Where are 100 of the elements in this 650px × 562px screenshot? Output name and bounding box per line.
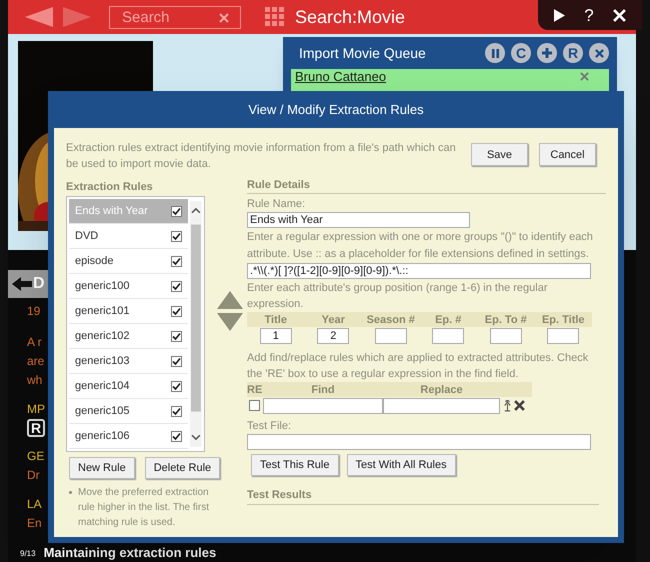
rule-name: DVD bbox=[75, 229, 98, 244]
forward-arrow-icon bbox=[63, 7, 91, 27]
queue-button[interactable]: C bbox=[511, 43, 531, 63]
field-label: Test File: bbox=[247, 419, 292, 434]
page-counter: 9/13 bbox=[20, 548, 36, 560]
checkbox[interactable] bbox=[171, 406, 182, 416]
detail-text: are bbox=[27, 353, 44, 370]
input-field[interactable] bbox=[247, 434, 591, 450]
input-field[interactable] bbox=[432, 328, 464, 344]
rule-name: generic105 bbox=[75, 404, 130, 419]
pause-button[interactable] bbox=[485, 43, 505, 63]
column-header: Ep. # bbox=[435, 312, 462, 328]
rule-name: generic102 bbox=[75, 329, 130, 344]
rule-name: Ends with Year bbox=[75, 204, 148, 219]
section-heading: Rule Details bbox=[247, 178, 606, 194]
column-header: Replace bbox=[419, 382, 464, 398]
input-field[interactable] bbox=[263, 398, 383, 414]
queue-button[interactable]: R bbox=[563, 43, 583, 63]
detail-text: A r bbox=[27, 334, 42, 351]
move-down-button[interactable] bbox=[216, 313, 242, 331]
description: Extraction rules extract identifying movie information from a file's path which can be used to import movie data. bbox=[66, 141, 457, 172]
list-button[interactable]: Delete Rule bbox=[144, 457, 220, 479]
section-heading: Extraction Rules bbox=[66, 180, 154, 195]
rule-name: generic100 bbox=[75, 279, 130, 294]
input-field[interactable] bbox=[547, 328, 580, 344]
rule-name: generic103 bbox=[75, 354, 130, 369]
checkbox[interactable] bbox=[171, 356, 182, 366]
rating-badge: R bbox=[27, 419, 46, 437]
play-icon bbox=[554, 8, 565, 22]
checkbox[interactable] bbox=[171, 280, 182, 292]
tab-label: D bbox=[33, 274, 45, 294]
input-field[interactable]: Ends with Year bbox=[247, 212, 470, 228]
play-button[interactable] bbox=[554, 8, 565, 22]
help-text: Enter a regular expression with one or more groups "()" to identify each attribute. Use :: as a placeholder for file extensions defined in settings. bbox=[247, 230, 594, 262]
column-header: Find bbox=[310, 382, 336, 398]
dialog-button[interactable]: Cancel bbox=[539, 143, 596, 166]
rule-name: generic104 bbox=[75, 379, 130, 394]
move-up-button[interactable] bbox=[216, 291, 242, 309]
section-heading: Test Results bbox=[247, 488, 599, 505]
detail-text: En bbox=[27, 515, 42, 532]
detail-heading: GE bbox=[27, 448, 44, 465]
checkbox[interactable] bbox=[249, 400, 260, 411]
column-header: Ep. Title bbox=[542, 312, 585, 328]
page-title: Search:Movie bbox=[295, 6, 406, 28]
checkbox[interactable] bbox=[171, 206, 182, 216]
detail-text: 19 bbox=[27, 303, 40, 320]
field-label: Rule Name: bbox=[247, 197, 306, 212]
help-button[interactable]: ? bbox=[584, 6, 594, 24]
grid-icon bbox=[265, 7, 285, 27]
column-header: Title bbox=[264, 312, 287, 328]
checkbox[interactable] bbox=[171, 306, 182, 316]
remove-button[interactable] bbox=[589, 43, 609, 63]
test-button[interactable]: Test This Rule bbox=[251, 454, 338, 476]
checkbox[interactable] bbox=[171, 380, 182, 392]
test-button[interactable]: Test With All Rules bbox=[346, 454, 456, 476]
column-header: Year bbox=[322, 312, 345, 328]
remove-icon bbox=[580, 72, 589, 81]
detail-heading: LA bbox=[27, 496, 42, 513]
rule-name: generic101 bbox=[75, 304, 130, 319]
checkbox[interactable] bbox=[171, 330, 182, 342]
column-header: RE bbox=[247, 382, 263, 398]
close-icon bbox=[514, 400, 525, 411]
delete-button[interactable] bbox=[514, 400, 525, 411]
caption: Maintaining extraction rules bbox=[42, 545, 216, 560]
triangle-up-icon bbox=[216, 291, 242, 309]
input-field[interactable]: 1 bbox=[260, 328, 292, 344]
rule-name: episode bbox=[75, 254, 114, 269]
help-text: Enter each attribute's group position (range 1-6) in the regular expression. bbox=[247, 281, 548, 312]
input-field[interactable] bbox=[383, 398, 500, 414]
add-button[interactable] bbox=[537, 43, 557, 63]
panel-title: Import Movie Queue bbox=[299, 44, 426, 63]
close-button[interactable] bbox=[613, 8, 626, 22]
queue-item[interactable]: Bruno Cattaneo bbox=[295, 70, 386, 83]
checkbox[interactable] bbox=[171, 230, 182, 242]
bullet-icon bbox=[69, 491, 72, 494]
column-header: Ep. To # bbox=[484, 312, 527, 328]
dialog-title: View / Modify Extraction Rules bbox=[248, 100, 424, 119]
triangle-down-icon bbox=[216, 313, 242, 331]
close-icon bbox=[613, 8, 626, 22]
clear-icon bbox=[219, 12, 229, 22]
input-field[interactable] bbox=[374, 328, 407, 344]
help-text: Add find/replace rules which are applied to extracted attributes. Check the 'RE' box to use a regular expression in the find field. bbox=[247, 351, 590, 382]
column-header: Season # bbox=[366, 312, 415, 328]
dialog-button[interactable]: Save bbox=[471, 143, 528, 166]
detail-text: wh bbox=[27, 372, 42, 389]
arrow-left-icon bbox=[12, 277, 32, 291]
checkbox[interactable] bbox=[171, 430, 182, 442]
input-field[interactable]: 2 bbox=[317, 328, 350, 344]
input-field[interactable]: .*\\(.*)[ ]?([1-2][0-9][0-9][0-9]).*\.:: bbox=[247, 263, 591, 279]
close-icon bbox=[594, 48, 604, 58]
input-field[interactable] bbox=[490, 328, 522, 344]
note: Move the preferred extraction rule higher in the list. The first matching rule is used. bbox=[78, 486, 210, 530]
pause-icon bbox=[490, 48, 500, 58]
detail-heading: MP bbox=[27, 401, 45, 418]
checkbox[interactable] bbox=[171, 256, 182, 266]
rule-name: generic106 bbox=[75, 429, 130, 444]
detail-text: Dr bbox=[27, 467, 40, 484]
plus-icon bbox=[542, 48, 552, 58]
search-field[interactable]: Search bbox=[109, 6, 241, 28]
list-button[interactable]: New Rule bbox=[69, 457, 135, 479]
